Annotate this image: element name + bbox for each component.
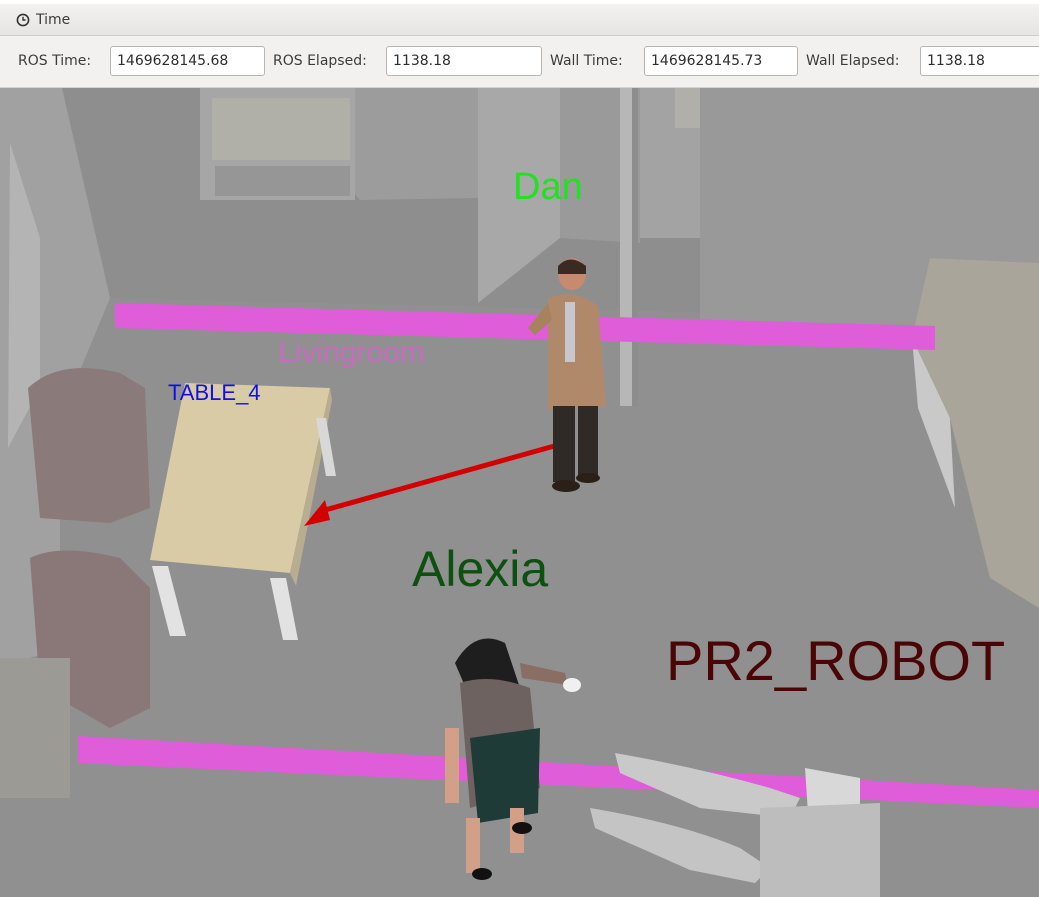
wall-elapsed-label: Wall Elapsed: bbox=[806, 53, 900, 69]
wall-time-field[interactable]: 1469628145.73 bbox=[644, 46, 798, 76]
alexia-label: Alexia bbox=[412, 541, 549, 597]
ros-time-field[interactable]: 1469628145.68 bbox=[110, 46, 265, 76]
shelf-lower bbox=[215, 166, 350, 196]
time-panel-title: Time bbox=[16, 12, 70, 28]
armchair-top bbox=[28, 368, 150, 523]
pole-shadow bbox=[632, 88, 638, 406]
scene-render bbox=[0, 88, 1039, 897]
time-fields-row: ROS Time: 1469628145.68 ROS Elapsed: 113… bbox=[0, 36, 1039, 88]
pr2-robot-label: PR2_ROBOT bbox=[666, 629, 1006, 692]
dan-label: Dan bbox=[513, 166, 583, 208]
shelf-books bbox=[212, 98, 350, 160]
3d-viewport[interactable]: Dan Livingroom TABLE_4 Alexia PR2_ROBOT bbox=[0, 88, 1039, 897]
panel-top-edge bbox=[0, 0, 1039, 4]
time-panel-title-text: Time bbox=[36, 12, 71, 28]
time-panel-header: Time bbox=[0, 0, 1039, 36]
ros-elapsed-label: ROS Elapsed: bbox=[273, 53, 367, 69]
wall-time-label: Wall Time: bbox=[550, 53, 623, 69]
side-cabinet bbox=[0, 658, 70, 798]
vertical-pole bbox=[620, 88, 634, 406]
livingroom-label: Livingroom bbox=[278, 336, 425, 369]
wall-elapsed-field[interactable]: 1138.18 bbox=[920, 46, 1039, 76]
clock-icon bbox=[16, 13, 30, 27]
table-label: TABLE_4 bbox=[168, 380, 261, 405]
ros-elapsed-field[interactable]: 1138.18 bbox=[386, 46, 542, 76]
ros-time-label: ROS Time: bbox=[18, 53, 92, 69]
